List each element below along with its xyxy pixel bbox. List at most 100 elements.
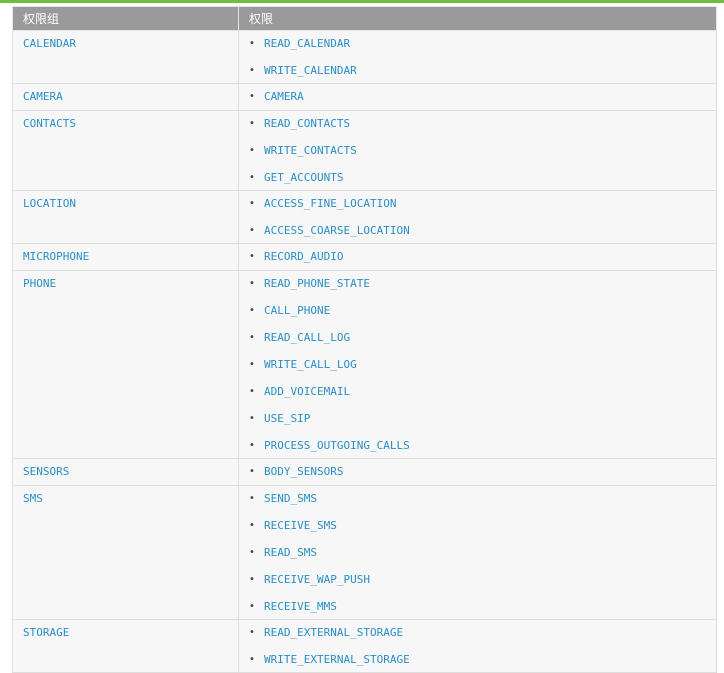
permission-name: READ_SMS [264, 546, 317, 559]
group-cell: SENSORS [12, 458, 239, 486]
bullet-icon: • [249, 145, 255, 156]
bullet-icon: • [249, 413, 255, 424]
bullet-icon: • [249, 91, 255, 102]
table-row: STORAGE • READ_EXTERNAL_STORAGE • WRITE_EXTE… [12, 619, 717, 673]
permission-list: • SEND_SMS • RECEIVE_SMS • READ_SMS • RECEIVE_W… [239, 486, 716, 619]
permission-name: ACCESS_COARSE_LOCATION [264, 224, 410, 237]
bullet-icon: • [249, 65, 255, 76]
list-item: • WRITE_CONTACTS [249, 138, 716, 165]
permission-group-name: CONTACTS [23, 117, 76, 130]
permissions-cell: • READ_PHONE_STATE • CALL_PHONE • READ_CALL_L… [238, 270, 717, 459]
list-item: • SEND_SMS [249, 486, 716, 513]
permission-name: SEND_SMS [264, 492, 317, 505]
permissions-table: 权限组 权限 CALENDAR • READ_CALENDAR • WRITE_CALE… [12, 6, 717, 673]
bullet-icon: • [249, 574, 255, 585]
permissions-cell: • BODY_SENSORS [238, 458, 717, 486]
list-item: • RECORD_AUDIO [249, 244, 716, 269]
permission-name: WRITE_CALL_LOG [264, 358, 357, 371]
table-row: LOCATION • ACCESS_FINE_LOCATION • ACCESS_COA… [12, 190, 717, 244]
list-item: • GET_ACCOUNTS [249, 165, 716, 190]
permission-group-name: MICROPHONE [23, 250, 90, 263]
bullet-icon: • [249, 627, 255, 638]
bullet-icon: • [249, 440, 255, 451]
list-item: • READ_SMS [249, 540, 716, 567]
group-cell: LOCATION [12, 190, 239, 244]
permission-name: WRITE_EXTERNAL_STORAGE [264, 653, 410, 666]
bullet-icon: • [249, 493, 255, 504]
permission-group-name: CAMERA [23, 90, 63, 103]
list-item: • USE_SIP [249, 406, 716, 433]
top-accent-bar [0, 0, 724, 3]
list-item: • WRITE_CALL_LOG [249, 352, 716, 379]
list-item: • RECEIVE_WAP_PUSH [249, 567, 716, 594]
permissions-table-container: 权限组 权限 CALENDAR • READ_CALENDAR • WRITE_CALE… [12, 6, 717, 673]
bullet-icon: • [249, 305, 255, 316]
list-item: • WRITE_EXTERNAL_STORAGE [249, 647, 716, 672]
permission-group-name: SMS [23, 492, 43, 505]
permissions-cell: • READ_EXTERNAL_STORAGE • WRITE_EXTERNAL_ST… [238, 619, 717, 673]
permissions-cell: • SEND_SMS • RECEIVE_SMS • READ_SMS • RECEIVE_W… [238, 485, 717, 620]
permissions-cell: • READ_CALENDAR • WRITE_CALENDAR [238, 30, 717, 84]
bullet-icon: • [249, 251, 255, 262]
permission-name: RECEIVE_WAP_PUSH [264, 573, 370, 586]
permissions-cell: • READ_CONTACTS • WRITE_CONTACTS • GET_ACCOUN… [238, 110, 717, 191]
table-row: SMS • SEND_SMS • RECEIVE_SMS • READ_SMS • RECEIV… [12, 485, 717, 620]
list-item: • READ_CONTACTS [249, 111, 716, 138]
table-header-row: 权限组 权限 [12, 6, 717, 31]
list-item: • CAMERA [249, 84, 716, 109]
bullet-icon: • [249, 654, 255, 665]
permission-name: GET_ACCOUNTS [264, 171, 344, 184]
permission-name: WRITE_CONTACTS [264, 144, 357, 157]
permission-name: RECORD_AUDIO [264, 250, 344, 263]
bullet-icon: • [249, 38, 255, 49]
permission-name: RECEIVE_MMS [264, 600, 337, 613]
list-item: • READ_EXTERNAL_STORAGE [249, 620, 716, 647]
bullet-icon: • [249, 466, 255, 477]
permission-group-name: CALENDAR [23, 37, 76, 50]
list-item: • READ_CALENDAR [249, 31, 716, 58]
permission-name: ADD_VOICEMAIL [264, 385, 351, 398]
table-row: MICROPHONE • RECORD_AUDIO [12, 243, 717, 271]
permission-name: RECEIVE_SMS [264, 519, 337, 532]
list-item: • PROCESS_OUTGOING_CALLS [249, 433, 716, 458]
header-permission: 权限 [238, 6, 717, 31]
permission-list: • CAMERA [239, 84, 716, 109]
permission-list: • BODY_SENSORS [239, 459, 716, 484]
permissions-cell: • ACCESS_FINE_LOCATION • ACCESS_COARSE_LOCA… [238, 190, 717, 244]
list-item: • READ_CALL_LOG [249, 325, 716, 352]
permission-group-name: LOCATION [23, 197, 76, 210]
list-item: • RECEIVE_MMS [249, 594, 716, 619]
group-cell: CALENDAR [12, 30, 239, 84]
bullet-icon: • [249, 172, 255, 183]
permission-name: PROCESS_OUTGOING_CALLS [264, 439, 410, 452]
permission-name: ACCESS_FINE_LOCATION [264, 197, 397, 210]
group-cell: MICROPHONE [12, 243, 239, 271]
bullet-icon: • [249, 547, 255, 558]
permission-list: • READ_CONTACTS • WRITE_CONTACTS • GET_ACCOUN… [239, 111, 716, 190]
bullet-icon: • [249, 601, 255, 612]
list-item: • RECEIVE_SMS [249, 513, 716, 540]
table-row: CONTACTS • READ_CONTACTS • WRITE_CONTACTS • GE… [12, 110, 717, 191]
list-item: • READ_PHONE_STATE [249, 271, 716, 298]
list-item: • ACCESS_FINE_LOCATION [249, 191, 716, 218]
table-row: CALENDAR • READ_CALENDAR • WRITE_CALENDAR [12, 30, 717, 84]
bullet-icon: • [249, 332, 255, 343]
table-row: PHONE • READ_PHONE_STATE • CALL_PHONE • READ_C… [12, 270, 717, 459]
permission-name: BODY_SENSORS [264, 465, 344, 478]
bullet-icon: • [249, 520, 255, 531]
permission-name: WRITE_CALENDAR [264, 64, 357, 77]
list-item: • BODY_SENSORS [249, 459, 716, 484]
permission-group-name: STORAGE [23, 626, 70, 639]
group-cell: CAMERA [12, 83, 239, 111]
permission-name: READ_PHONE_STATE [264, 277, 370, 290]
group-cell: STORAGE [12, 619, 239, 673]
bullet-icon: • [249, 198, 255, 209]
permission-group-name: PHONE [23, 277, 57, 290]
list-item: • CALL_PHONE [249, 298, 716, 325]
list-item: • ACCESS_COARSE_LOCATION [249, 218, 716, 243]
bullet-icon: • [249, 118, 255, 129]
permissions-cell: • RECORD_AUDIO [238, 243, 717, 271]
permission-list: • READ_CALENDAR • WRITE_CALENDAR [239, 31, 716, 83]
header-permission-group: 权限组 [12, 6, 239, 31]
list-item: • WRITE_CALENDAR [249, 58, 716, 83]
